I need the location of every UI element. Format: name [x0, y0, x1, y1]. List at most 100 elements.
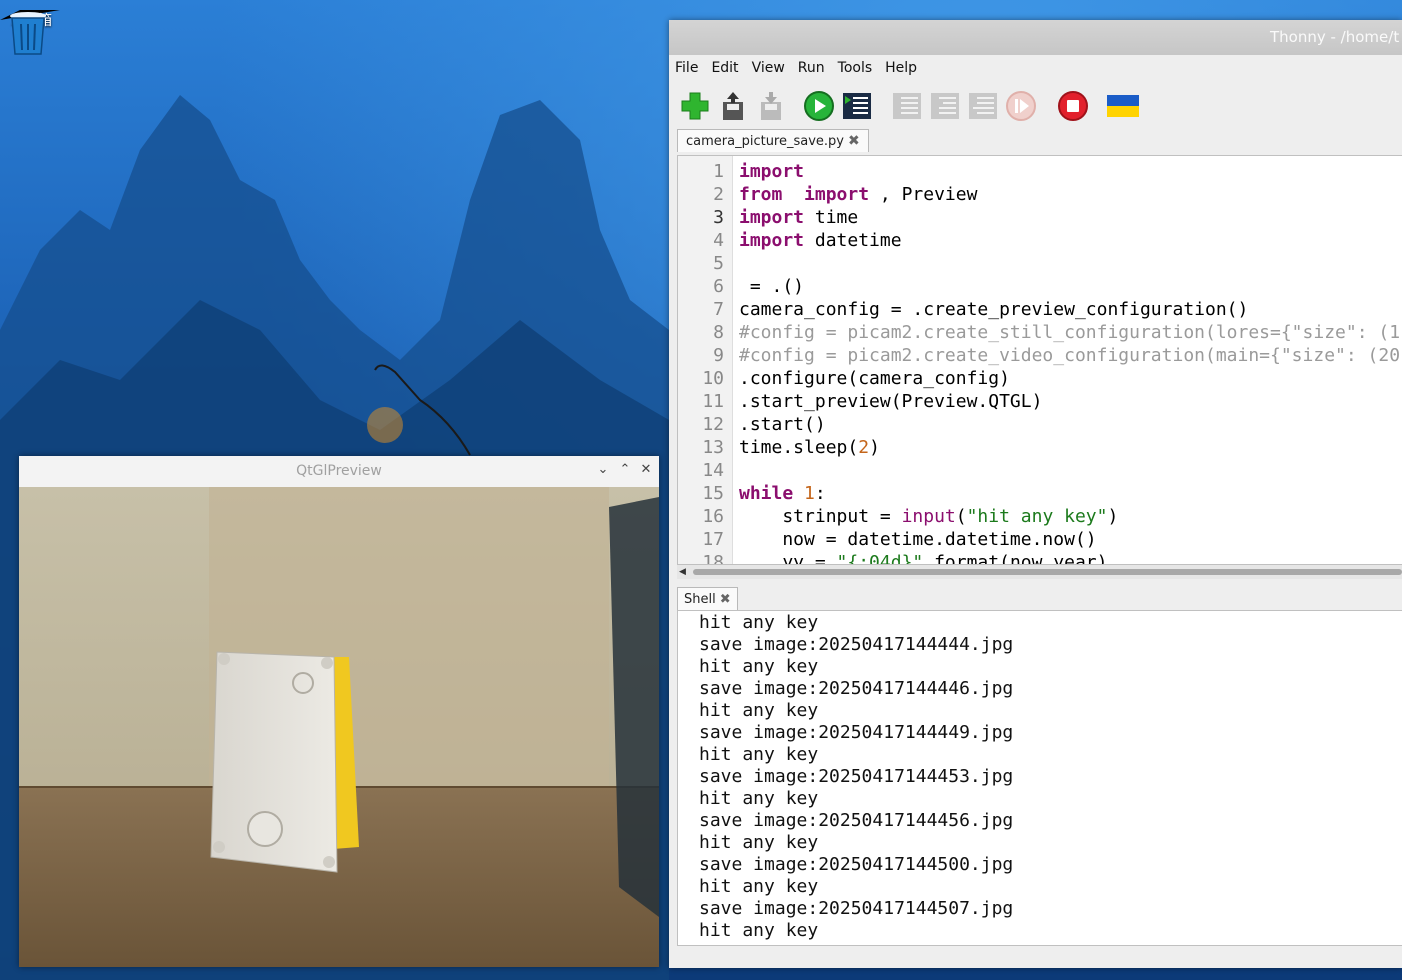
- resume-icon: [1006, 91, 1036, 121]
- line-number: 1: [713, 161, 724, 182]
- scroll-left-icon[interactable]: ◀: [679, 567, 686, 577]
- debug-icon: [843, 93, 871, 119]
- ukraine-flag-button[interactable]: [1107, 90, 1139, 122]
- code-line: time.sleep(2): [739, 437, 880, 458]
- line-number-gutter: 1 2 3 4 5 6 7 8 9 10 11 12 13 14 15 16 17 18: [678, 156, 733, 564]
- code-line: import datetime: [739, 230, 902, 251]
- shell-line: save image:20250417144500.jpg: [699, 854, 1014, 875]
- line-number: 3: [713, 207, 724, 228]
- shell-line: save image:20250417144446.jpg: [699, 678, 1014, 699]
- shell-line: hit any key: [699, 700, 819, 721]
- menu-bar: File Edit View Run Tools Help: [669, 55, 1402, 80]
- code-line: .configure(camera_config): [739, 368, 1010, 389]
- line-number: 7: [713, 299, 724, 320]
- shell-line: hit any key: [699, 920, 819, 941]
- open-file-icon: [723, 92, 743, 120]
- run-icon: [804, 91, 834, 121]
- shell-output[interactable]: hit any key save image:20250417144444.jpg…: [677, 610, 1402, 946]
- step-into-button[interactable]: [929, 90, 961, 122]
- camera-preview-image: [19, 487, 659, 967]
- ukraine-flag-icon: [1107, 95, 1139, 117]
- line-number: 13: [702, 437, 724, 458]
- code-line: now = datetime.datetime.now(): [739, 529, 1097, 550]
- code-line: = .(): [739, 276, 805, 297]
- line-number: 4: [713, 230, 724, 251]
- line-number: 12: [702, 414, 724, 435]
- close-icon[interactable]: ✕: [638, 462, 654, 478]
- new-file-button[interactable]: [679, 90, 711, 122]
- open-file-button[interactable]: [717, 90, 749, 122]
- code-line: import time: [739, 207, 859, 228]
- menu-edit[interactable]: Edit: [711, 60, 738, 76]
- code-line: #config = picam2.create_still_configurat…: [739, 322, 1401, 343]
- thonny-titlebar[interactable]: Thonny - /home/t: [669, 20, 1402, 55]
- close-tab-icon[interactable]: ✖: [848, 131, 860, 152]
- step-out-button[interactable]: [967, 90, 999, 122]
- preview-window: QtGlPreview ⌄ ⌃ ✕: [19, 456, 659, 967]
- code-line: from import , Preview: [739, 184, 978, 205]
- line-number: 8: [713, 322, 724, 343]
- preview-titlebar[interactable]: QtGlPreview ⌄ ⌃ ✕: [19, 456, 659, 488]
- code-line: .start_preview(Preview.QTGL): [739, 391, 1043, 412]
- line-number: 5: [713, 253, 724, 274]
- editor-horizontal-scrollbar[interactable]: ◀: [677, 565, 1402, 579]
- thonny-window: Thonny - /home/t File Edit View Run Tool…: [669, 20, 1402, 968]
- shell-line: hit any key: [699, 788, 819, 809]
- shell-tab[interactable]: Shell ✖: [677, 587, 738, 610]
- line-number: 16: [702, 506, 724, 527]
- menu-file[interactable]: File: [675, 60, 698, 76]
- editor-tab-row: camera_picture_save.py ✖: [669, 128, 1402, 152]
- stop-button[interactable]: [1057, 90, 1089, 122]
- line-number: 9: [713, 345, 724, 366]
- menu-view[interactable]: View: [752, 60, 785, 76]
- line-number: 10: [702, 368, 724, 389]
- preview-title: QtGlPreview: [296, 463, 382, 479]
- scrollbar-thumb[interactable]: [693, 569, 1402, 575]
- close-shell-icon[interactable]: ✖: [720, 589, 731, 610]
- step-into-icon: [931, 93, 959, 119]
- shell-line: hit any key: [699, 876, 819, 897]
- shell-line: save image:20250417144444.jpg: [699, 634, 1014, 655]
- menu-tools[interactable]: Tools: [838, 60, 873, 76]
- step-over-button[interactable]: [891, 90, 923, 122]
- editor-tab-label: camera_picture_save.py: [686, 133, 844, 149]
- shell-line: save image:20250417144449.jpg: [699, 722, 1014, 743]
- line-number: 6: [713, 276, 724, 297]
- save-file-button[interactable]: [755, 90, 787, 122]
- editor-tab[interactable]: camera_picture_save.py ✖: [677, 129, 869, 152]
- code-line: .start(): [739, 414, 826, 435]
- debug-button[interactable]: [841, 90, 873, 122]
- line-number: 11: [702, 391, 724, 412]
- toolbar: [669, 80, 1402, 128]
- save-file-icon: [761, 92, 781, 120]
- code-line: import: [739, 161, 805, 182]
- line-number: 15: [702, 483, 724, 504]
- code-line: yy = "{:04d}".format(now.year): [739, 552, 1108, 565]
- trash-desktop-item[interactable]: ゴミ箱: [6, 8, 56, 55]
- code-line: camera_config = .create_preview_configur…: [739, 299, 1249, 320]
- maximize-icon[interactable]: ⌃: [617, 462, 633, 478]
- shell-line: save image:20250417144507.jpg: [699, 898, 1014, 919]
- code-editor[interactable]: 1 2 3 4 5 6 7 8 9 10 11 12 13 14 15 16 17 18 import from …: [677, 155, 1402, 565]
- menu-help[interactable]: Help: [885, 60, 917, 76]
- code-line: while 1:: [739, 483, 826, 504]
- step-over-icon: [893, 93, 921, 119]
- shell-line: hit any key: [699, 612, 819, 633]
- step-out-icon: [969, 93, 997, 119]
- code-line: #config = picam2.create_video_configurat…: [739, 345, 1401, 366]
- shell-line: save image:20250417144456.jpg: [699, 810, 1014, 831]
- line-number: 14: [702, 460, 724, 481]
- code-line: strinput = input("hit any key"): [739, 506, 1119, 527]
- trash-icon: [10, 12, 46, 55]
- shell-line: hit any key: [699, 656, 819, 677]
- run-button[interactable]: [803, 90, 835, 122]
- menu-run[interactable]: Run: [798, 60, 825, 76]
- new-file-icon: [681, 92, 709, 120]
- shell-line: hit any key: [699, 832, 819, 853]
- minimize-icon[interactable]: ⌄: [595, 462, 611, 478]
- line-number: 2: [713, 184, 724, 205]
- line-number: 18: [702, 552, 724, 565]
- line-number: 17: [702, 529, 724, 550]
- resume-button[interactable]: [1005, 90, 1037, 122]
- stop-icon: [1058, 91, 1088, 121]
